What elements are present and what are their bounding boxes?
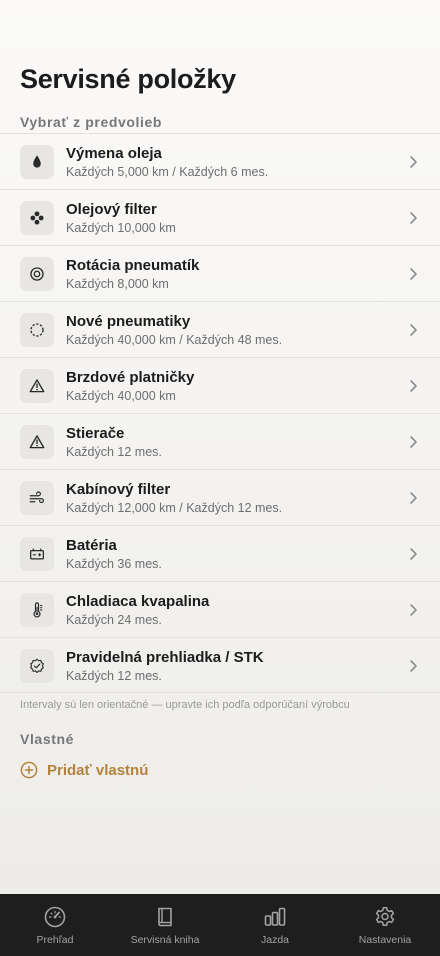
icon-tile	[20, 425, 54, 459]
warning-icon	[29, 435, 45, 449]
tire-icon	[30, 323, 44, 337]
icon-tile	[20, 649, 54, 683]
plus-circle-icon	[20, 761, 38, 779]
icon-tile	[20, 481, 54, 515]
icon-tile	[20, 313, 54, 347]
chevron-right-icon	[410, 660, 417, 672]
tab-bar: Prehľad Servisná kniha Jazda Nastavenia	[0, 894, 440, 956]
preset-item-tire-rotation[interactable]: Rotácia pneumatík Každých 8,000 km	[0, 245, 440, 301]
chevron-right-icon	[410, 212, 417, 224]
chevron-right-icon	[410, 268, 417, 280]
tab-label: Jazda	[260, 934, 290, 946]
chevron-right-icon	[410, 324, 417, 336]
preset-item-oil-filter[interactable]: Olejový filter Každých 10,000 km	[0, 189, 440, 245]
presets-disclaimer: Intervaly sú len orientačné — upravte ic…	[20, 699, 350, 711]
preset-item-interval: Každých 5,000 km / Každých 6 mes.	[66, 165, 269, 179]
preset-list: Výmena oleja Každých 5,000 km / Každých …	[0, 133, 440, 693]
preset-item-coolant[interactable]: Chladiaca kvapalina Každých 24 mes.	[0, 581, 440, 637]
preset-item-interval: Každých 12 mes.	[66, 669, 162, 683]
preset-item-title: Rotácia pneumatík	[66, 257, 200, 274]
thermometer-icon	[33, 602, 43, 618]
add-custom-button[interactable]: Pridať vlastnú	[20, 761, 148, 779]
icon-tile	[20, 369, 54, 403]
oil-drop-icon	[33, 155, 41, 168]
section-header-presets: Vybrať z predvolieb	[20, 114, 163, 130]
section-header-custom: Vlastné	[20, 731, 74, 747]
preset-item-title: Nové pneumatiky	[66, 313, 191, 330]
preset-item-title: Pravidelná prehliadka / STK	[66, 649, 264, 666]
warning-icon	[29, 379, 45, 393]
icon-tile	[20, 257, 54, 291]
chevron-right-icon	[410, 436, 417, 448]
chevron-right-icon	[410, 380, 417, 392]
preset-item-cabin-filter[interactable]: Kabínový filter Každých 12,000 km / Každ…	[0, 469, 440, 525]
preset-item-interval: Každých 8,000 km	[66, 277, 169, 291]
tab-overview[interactable]: Prehľad	[0, 894, 110, 956]
preset-item-title: Chladiaca kvapalina	[66, 593, 210, 610]
bar-chart-icon	[264, 907, 286, 926]
tab-label: Prehľad	[36, 934, 74, 946]
tab-label: Nastavenia	[358, 934, 412, 946]
preset-item-title: Výmena oleja	[66, 145, 162, 162]
preset-item-title: Stierače	[66, 425, 125, 442]
preset-item-title: Olejový filter	[66, 201, 157, 218]
chevron-right-icon	[410, 156, 417, 168]
tire-rotation-icon	[30, 267, 44, 281]
chevron-right-icon	[410, 492, 417, 504]
tab-label: Servisná kniha	[130, 934, 200, 946]
preset-item-interval: Každých 24 mes.	[66, 613, 162, 627]
icon-tile	[20, 537, 54, 571]
gear-icon	[375, 907, 395, 926]
preset-item-title: Brzdové platničky	[66, 369, 195, 386]
tab-service-book[interactable]: Servisná kniha	[110, 894, 220, 956]
chevron-right-icon	[410, 548, 417, 560]
icon-tile	[20, 593, 54, 627]
book-icon	[158, 907, 172, 927]
preset-item-interval: Každých 12 mes.	[66, 445, 162, 459]
preset-item-inspection[interactable]: Pravidelná prehliadka / STK Každých 12 m…	[0, 637, 440, 693]
gauge-icon	[44, 906, 66, 928]
tab-driving[interactable]: Jazda	[220, 894, 330, 956]
preset-item-interval: Každých 40,000 km / Každých 48 mes.	[66, 333, 283, 347]
preset-item-oil-change[interactable]: Výmena oleja Každých 5,000 km / Každých …	[0, 133, 440, 189]
preset-item-wipers[interactable]: Stierače Každých 12 mes.	[0, 413, 440, 469]
add-custom-label: Pridať vlastnú	[47, 761, 149, 779]
preset-item-interval: Každých 36 mes.	[66, 557, 162, 571]
filter-icon	[30, 211, 44, 225]
page-title: Servisné položky	[20, 64, 236, 94]
preset-item-interval: Každých 40,000 km	[66, 389, 176, 403]
battery-icon	[29, 548, 45, 560]
chevron-right-icon	[410, 604, 417, 616]
preset-item-title: Batéria	[66, 537, 117, 554]
icon-tile	[20, 201, 54, 235]
tab-settings[interactable]: Nastavenia	[330, 894, 440, 956]
preset-item-interval: Každých 10,000 km	[66, 221, 176, 235]
checkmark-seal-icon	[30, 658, 44, 674]
air-flow-icon	[29, 491, 44, 504]
preset-item-interval: Každých 12,000 km / Každých 12 mes.	[66, 501, 283, 515]
icon-tile	[20, 145, 54, 179]
preset-item-new-tires[interactable]: Nové pneumatiky Každých 40,000 km / Každ…	[0, 301, 440, 357]
preset-item-brake-pads[interactable]: Brzdové platničky Každých 40,000 km	[0, 357, 440, 413]
preset-item-battery[interactable]: Batéria Každých 36 mes.	[0, 525, 440, 581]
preset-item-title: Kabínový filter	[66, 481, 171, 498]
